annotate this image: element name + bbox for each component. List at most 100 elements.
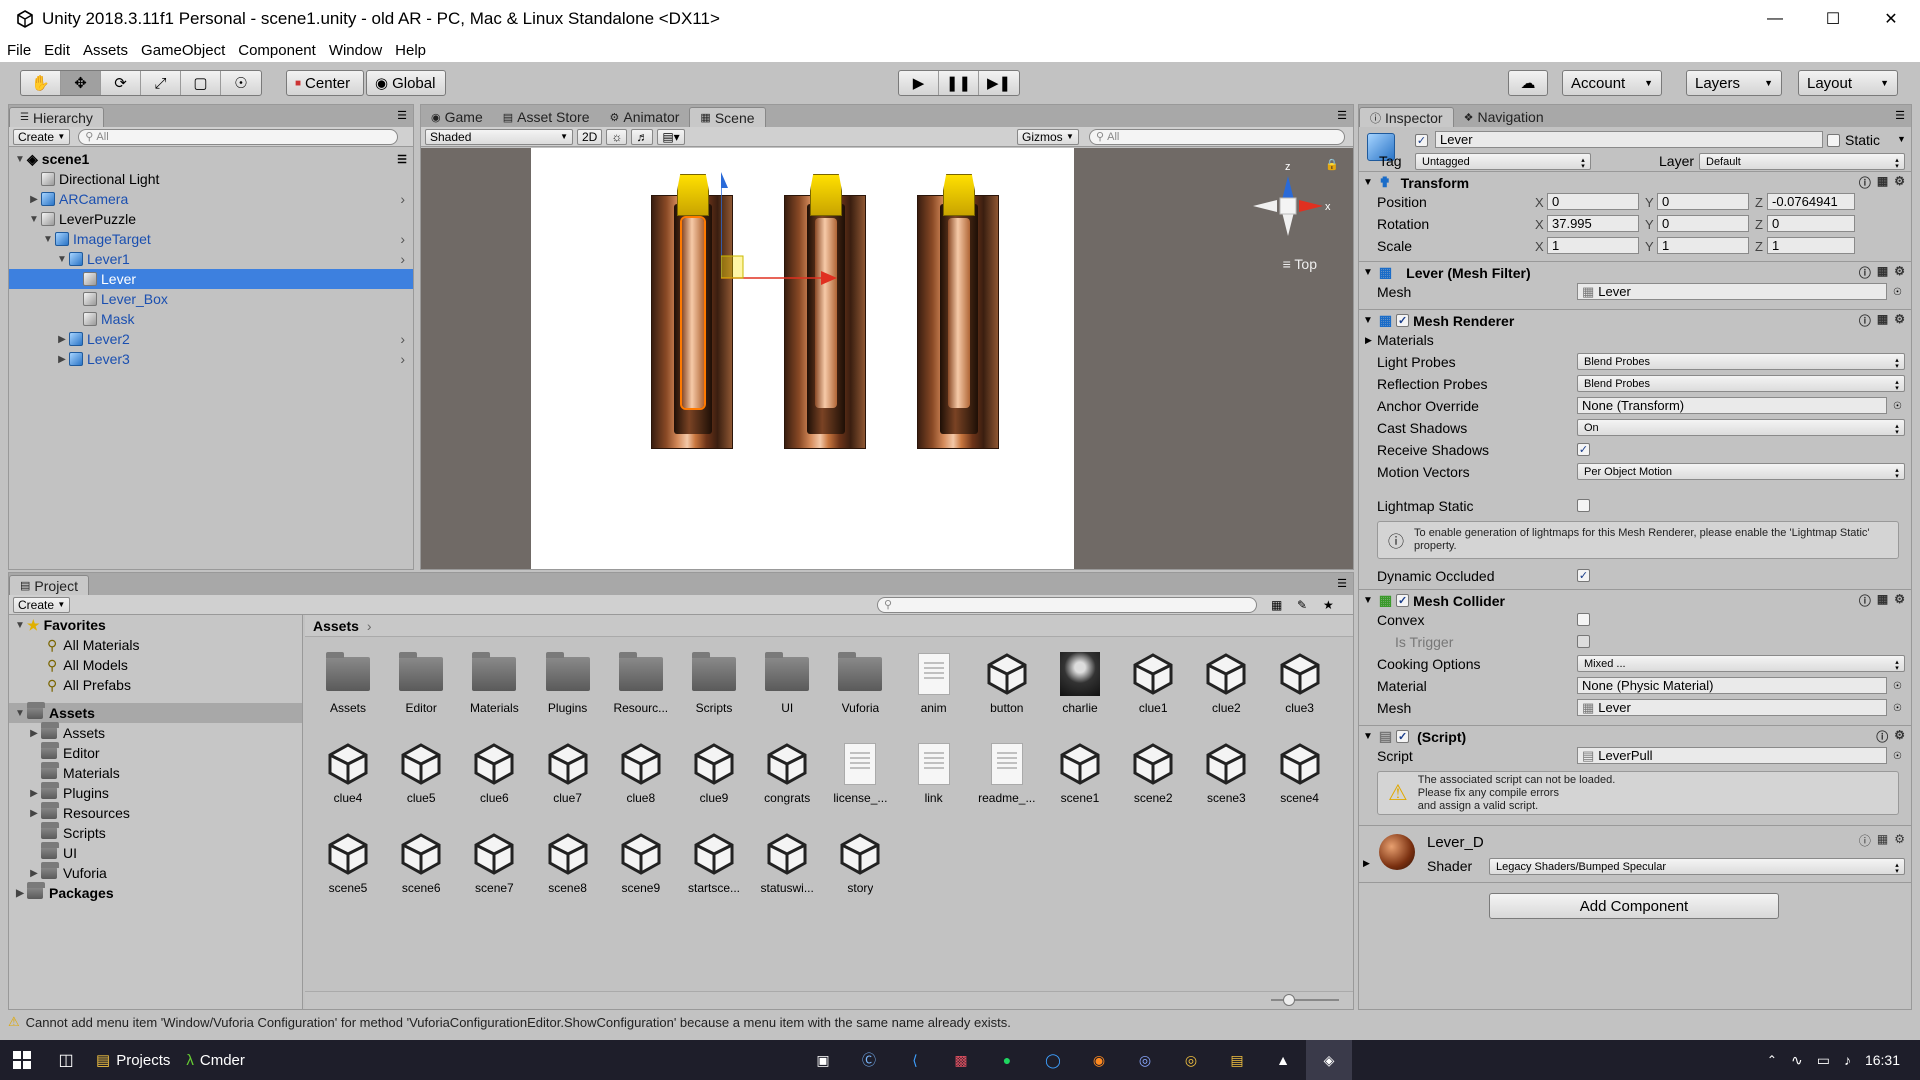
expand-arrow-icon[interactable]: ▶ bbox=[27, 788, 41, 799]
tree-item-lever[interactable]: Lever bbox=[9, 269, 413, 289]
chevron-up-icon[interactable]: ⌃ bbox=[1767, 1053, 1777, 1067]
asset-item[interactable]: statuswi... bbox=[752, 831, 822, 901]
static-checkbox[interactable] bbox=[1827, 134, 1840, 147]
minimize-icon[interactable]: — bbox=[1746, 0, 1804, 38]
spotify-icon[interactable]: ● bbox=[984, 1040, 1030, 1080]
skype-icon[interactable]: Ⓒ bbox=[846, 1040, 892, 1080]
tree-folder-scripts[interactable]: Scripts bbox=[9, 822, 302, 843]
materials-row[interactable]: ▶ Materials bbox=[1359, 331, 1911, 349]
cooking-options-dropdown[interactable]: Mixed ... bbox=[1577, 655, 1905, 672]
panel-menu-icon[interactable]: ☰ bbox=[1895, 109, 1905, 122]
expand-arrow-icon[interactable]: ▶ bbox=[27, 728, 41, 739]
script-field[interactable]: ▤ LeverPull bbox=[1577, 747, 1887, 764]
transform-header[interactable]: ▼ ✟ Transform ⓘ ▦ ⚙ bbox=[1359, 171, 1911, 193]
menu-help[interactable]: Help bbox=[395, 42, 426, 59]
step-icon[interactable]: ▶❚ bbox=[979, 71, 1019, 95]
packages-row[interactable]: ▶ Packages bbox=[9, 882, 302, 903]
hand-tool-icon[interactable]: ✋ bbox=[21, 71, 61, 95]
help-icon[interactable]: ⓘ bbox=[1859, 174, 1871, 191]
object-picker-icon[interactable]: ☉ bbox=[1893, 703, 1902, 714]
tag-dropdown[interactable]: Untagged bbox=[1415, 153, 1591, 170]
menu-window[interactable]: Window bbox=[329, 42, 382, 59]
scene-viewport[interactable]: z x ≡ Top 🔒 bbox=[421, 148, 1353, 569]
close-icon[interactable]: ✕ bbox=[1862, 0, 1920, 38]
chevron-right-icon[interactable]: › bbox=[400, 231, 405, 247]
favorite-all-models[interactable]: ⚲ All Models bbox=[9, 655, 302, 675]
pivot-toggle[interactable]: ■ Center bbox=[286, 70, 364, 96]
position-y-field[interactable]: 0 bbox=[1657, 193, 1749, 210]
position-x-field[interactable]: 0 bbox=[1547, 193, 1639, 210]
rotation-y-field[interactable]: 0 bbox=[1657, 215, 1749, 232]
mesh-filter-header[interactable]: ▼ ▦ Lever (Mesh Filter) ⓘ ▦ ⚙ bbox=[1359, 261, 1911, 283]
gear-icon[interactable]: ⚙ bbox=[1894, 312, 1905, 329]
collapse-arrow-icon[interactable]: ▼ bbox=[1363, 315, 1373, 326]
expand-arrow-icon[interactable]: ▶ bbox=[55, 354, 69, 365]
collapse-arrow-icon[interactable]: ▼ bbox=[41, 234, 55, 245]
breadcrumb-assets[interactable]: Assets bbox=[313, 618, 359, 634]
asset-item[interactable]: link bbox=[899, 741, 969, 811]
project-create-dropdown[interactable]: Create ▼ bbox=[13, 596, 71, 613]
object-picker-icon[interactable]: ☉ bbox=[1893, 681, 1902, 692]
create-dropdown[interactable]: Create ▼ bbox=[13, 128, 71, 145]
collapse-arrow-icon[interactable]: ▼ bbox=[1363, 177, 1373, 188]
add-component-button[interactable]: Add Component bbox=[1489, 893, 1779, 919]
taskbar-cmder[interactable]: λ Cmder bbox=[178, 1040, 253, 1080]
asset-item[interactable]: clue8 bbox=[606, 741, 676, 811]
anchor-override-field[interactable]: None (Transform) bbox=[1577, 397, 1887, 414]
battery-icon[interactable]: ▭ bbox=[1817, 1052, 1830, 1069]
collapse-arrow-icon[interactable]: ▼ bbox=[1363, 267, 1373, 278]
mesh-collider-header[interactable]: ▼ ▦ ✓ Mesh Collider ⓘ ▦ ⚙ bbox=[1359, 589, 1911, 611]
tree-folder-resources[interactable]: ▶ Resources bbox=[9, 802, 302, 823]
expand-arrow-icon[interactable]: ▶ bbox=[27, 808, 41, 819]
photos-app-icon[interactable]: ▣ bbox=[800, 1040, 846, 1080]
asset-item[interactable]: readme_... bbox=[972, 741, 1042, 811]
gear-icon[interactable]: ⚙ bbox=[1894, 174, 1905, 191]
chevron-right-icon[interactable]: › bbox=[400, 331, 405, 347]
help-icon[interactable]: ⓘ bbox=[1876, 728, 1888, 745]
orientation-gizmo-icon[interactable]: z x bbox=[1243, 160, 1333, 270]
expand-arrow-icon[interactable]: ▶ bbox=[27, 868, 41, 879]
layers-dropdown[interactable]: Layers ▼ bbox=[1686, 70, 1782, 96]
is-trigger-checkbox[interactable] bbox=[1577, 635, 1590, 648]
mesh-collider-enabled-checkbox[interactable]: ✓ bbox=[1396, 594, 1410, 607]
transform-tool-icon[interactable]: ☉ bbox=[221, 71, 261, 95]
project-search-input[interactable]: ⚲ bbox=[877, 596, 1257, 613]
tree-folder-materials[interactable]: Materials bbox=[9, 762, 302, 783]
gear-icon[interactable]: ⚙ bbox=[1894, 832, 1905, 849]
move-tool-icon[interactable]: ✥ bbox=[61, 71, 101, 95]
rotate-tool-icon[interactable]: ⟳ bbox=[101, 71, 141, 95]
tree-item-leverpuzzle[interactable]: ▼ LeverPuzzle bbox=[9, 209, 413, 229]
favorite-all-materials[interactable]: ⚲ All Materials bbox=[9, 635, 302, 655]
gear-icon[interactable]: ⚙ bbox=[1894, 592, 1905, 609]
expand-arrow-icon[interactable]: ▶ bbox=[13, 888, 27, 899]
scene-search-input[interactable]: ⚲ All bbox=[1089, 128, 1345, 145]
asset-item[interactable]: startsce... bbox=[679, 831, 749, 901]
collider-material-field[interactable]: None (Physic Material) bbox=[1577, 677, 1887, 694]
scene-menu-icon[interactable]: ☰ bbox=[397, 153, 407, 166]
rotation-z-field[interactable]: 0 bbox=[1767, 215, 1855, 232]
menu-gameobject[interactable]: GameObject bbox=[141, 42, 225, 59]
object-picker-icon[interactable]: ☉ bbox=[1893, 401, 1902, 412]
help-icon[interactable]: ⓘ bbox=[1859, 592, 1871, 609]
gear-icon[interactable]: ⚙ bbox=[1894, 264, 1905, 281]
preset-icon[interactable]: ▦ bbox=[1877, 174, 1888, 191]
move-gizmo[interactable] bbox=[721, 168, 841, 288]
asset-item[interactable]: scene2 bbox=[1118, 741, 1188, 811]
asset-item[interactable]: scene5 bbox=[313, 831, 383, 901]
help-icon[interactable]: ⓘ bbox=[1859, 264, 1871, 281]
asset-item[interactable]: clue3 bbox=[1265, 651, 1335, 721]
menu-assets[interactable]: Assets bbox=[83, 42, 128, 59]
toggle-2d-button[interactable]: 2D bbox=[577, 128, 603, 145]
tree-item-directional-light[interactable]: Directional Light bbox=[9, 169, 413, 189]
asset-item[interactable]: congrats bbox=[752, 741, 822, 811]
menu-file[interactable]: File bbox=[7, 42, 31, 59]
chrome-icon[interactable]: ◎ bbox=[1168, 1040, 1214, 1080]
scale-x-field[interactable]: 1 bbox=[1547, 237, 1639, 254]
script-header[interactable]: ▼ ▤ ✓ (Script) ⓘ ⚙ bbox=[1359, 725, 1911, 747]
help-icon[interactable]: ⓘ bbox=[1859, 312, 1871, 329]
expand-arrow-icon[interactable]: ▶ bbox=[27, 194, 41, 205]
light-probes-dropdown[interactable]: Blend Probes bbox=[1577, 353, 1905, 370]
preset-icon[interactable]: ▦ bbox=[1877, 592, 1888, 609]
windows-start-icon[interactable] bbox=[0, 1040, 44, 1080]
asset-item[interactable]: scene1 bbox=[1045, 741, 1115, 811]
